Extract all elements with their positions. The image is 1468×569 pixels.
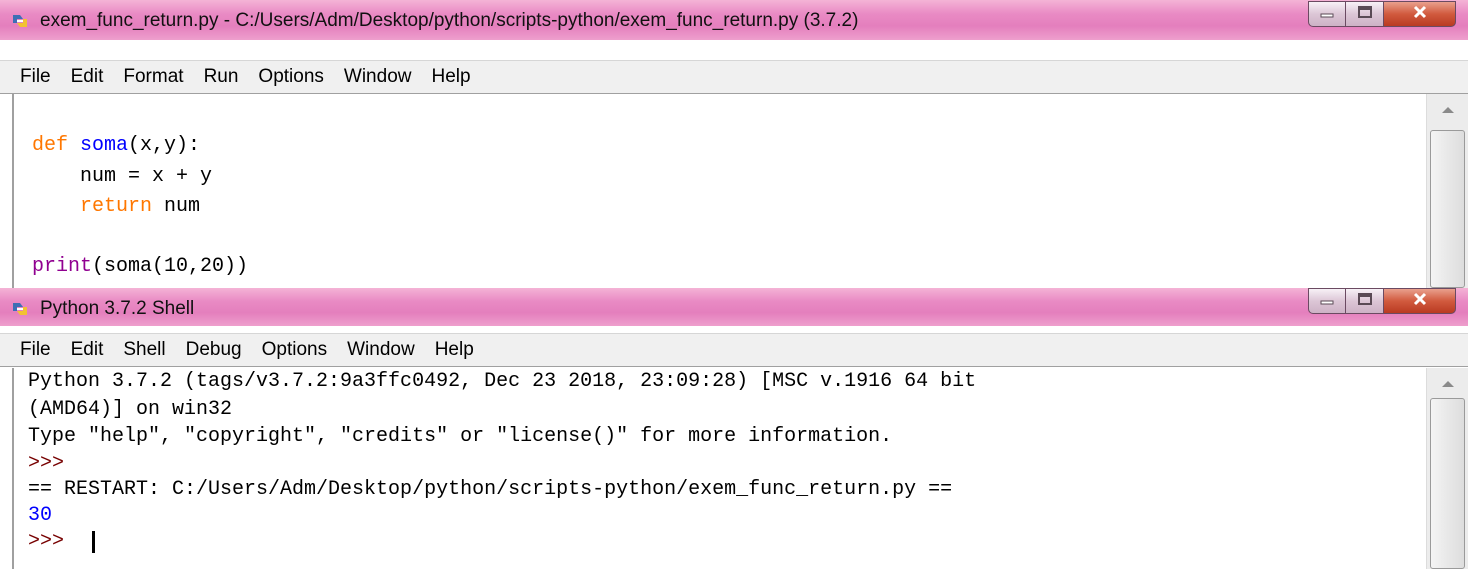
menu-format[interactable]: Format: [113, 66, 193, 88]
menu-run[interactable]: Run: [194, 66, 249, 88]
scroll-thumb[interactable]: [1430, 130, 1465, 288]
shell-prompt: >>>: [28, 530, 77, 553]
code-line: return num: [32, 195, 200, 219]
menu-window[interactable]: Window: [337, 339, 425, 361]
shell-banner-line: Type "help", "copyright", "credits" or "…: [28, 425, 893, 448]
close-button[interactable]: [1384, 288, 1456, 314]
menu-options[interactable]: Options: [252, 339, 337, 361]
vertical-scrollbar[interactable]: [1426, 368, 1468, 569]
maximize-icon: [1357, 5, 1373, 24]
menu-edit[interactable]: Edit: [61, 66, 114, 88]
shell-menubar: File Edit Shell Debug Options Window Hel…: [0, 333, 1468, 367]
shell-restart-line: == RESTART: C:/Users/Adm/Desktop/python/…: [28, 478, 953, 501]
code-line: num = x + y: [32, 165, 212, 189]
editor-titlebar[interactable]: exem_func_return.py - C:/Users/Adm/Deskt…: [0, 0, 1468, 40]
code-text: (soma(10,20)): [92, 255, 249, 278]
python-idle-icon: [11, 300, 29, 318]
menu-help[interactable]: Help: [421, 66, 480, 88]
scroll-thumb[interactable]: [1430, 398, 1465, 569]
shell-titlebar[interactable]: Python 3.7.2 Shell: [0, 288, 1468, 326]
menu-help[interactable]: Help: [425, 339, 484, 361]
code-line: print(soma(10,20)): [32, 255, 248, 279]
scroll-up-icon[interactable]: [1442, 381, 1454, 387]
menu-window[interactable]: Window: [334, 66, 422, 88]
keyword-def: def: [32, 134, 69, 157]
code-text: num: [152, 195, 201, 218]
code-editor[interactable]: def soma(x,y): num = x + y return num pr…: [12, 94, 1468, 288]
minimize-icon: [1319, 5, 1335, 23]
keyword-return: return: [80, 195, 153, 218]
builtin-print: print: [32, 255, 93, 278]
menu-file[interactable]: File: [10, 339, 61, 361]
shell-output[interactable]: Python 3.7.2 (tags/v3.7.2:9a3ffc0492, De…: [12, 368, 1468, 569]
maximize-button[interactable]: [1346, 288, 1384, 314]
minimize-icon: [1319, 292, 1335, 310]
maximize-button[interactable]: [1346, 1, 1384, 27]
shell-banner-line: (AMD64)] on win32: [28, 398, 233, 421]
editor-window: exem_func_return.py - C:/Users/Adm/Deskt…: [0, 0, 1468, 288]
shell-prompt: >>>: [28, 452, 65, 475]
close-icon: [1412, 4, 1428, 25]
scroll-up-icon[interactable]: [1442, 107, 1454, 113]
text-cursor: [92, 531, 95, 553]
window-title: exem_func_return.py - C:/Users/Adm/Deskt…: [40, 10, 859, 31]
menu-options[interactable]: Options: [248, 66, 333, 88]
close-icon: [1412, 291, 1428, 312]
shell-window: Python 3.7.2 Shell File Edit Shell Debug…: [0, 288, 1468, 569]
menu-debug[interactable]: Debug: [176, 339, 252, 361]
menu-shell[interactable]: Shell: [113, 339, 175, 361]
minimize-button[interactable]: [1308, 288, 1346, 314]
code-line: def soma(x,y):: [32, 134, 200, 158]
function-name: soma: [80, 134, 129, 157]
shell-banner-line: Python 3.7.2 (tags/v3.7.2:9a3ffc0492, De…: [28, 370, 977, 393]
window-controls: [1308, 288, 1456, 314]
maximize-icon: [1357, 292, 1373, 311]
menu-edit[interactable]: Edit: [61, 339, 114, 361]
window-controls: [1308, 1, 1456, 27]
python-idle-icon: [11, 12, 29, 30]
code-text: num = x + y: [32, 165, 213, 188]
editor-menubar: File Edit Format Run Options Window Help: [0, 60, 1468, 94]
code-text: (x,y):: [128, 134, 201, 157]
window-title: Python 3.7.2 Shell: [40, 298, 195, 319]
menu-file[interactable]: File: [10, 66, 61, 88]
shell-result: 30: [28, 504, 53, 527]
close-button[interactable]: [1384, 1, 1456, 27]
vertical-scrollbar[interactable]: [1426, 94, 1468, 288]
minimize-button[interactable]: [1308, 1, 1346, 27]
